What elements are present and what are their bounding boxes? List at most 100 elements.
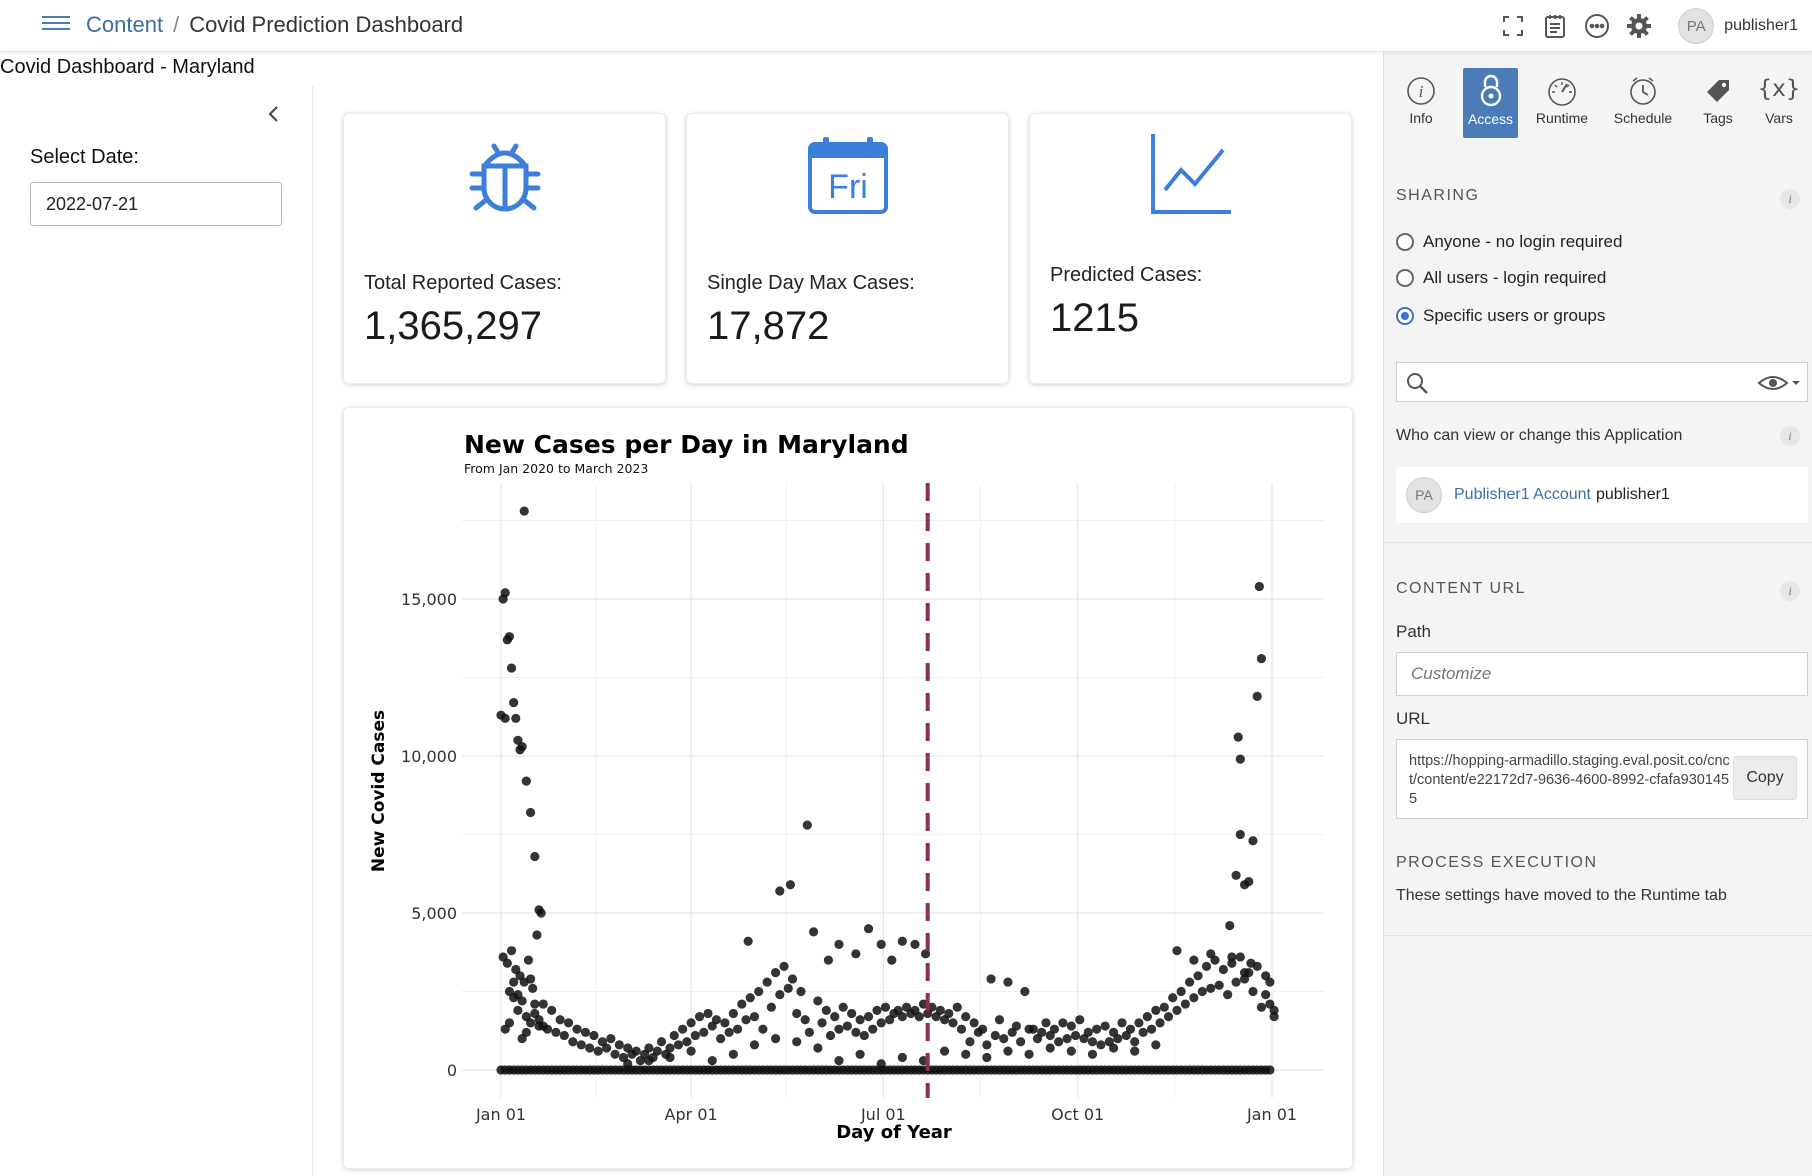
data-point [606,1034,616,1044]
radio-button-selected [1396,307,1414,325]
x-tick-label: Jan 01 [1246,1105,1297,1124]
sharing-option-all-users[interactable]: All users - login required [1396,268,1606,288]
data-point [1117,1018,1127,1028]
tab-vars[interactable]: {x} Vars [1756,68,1802,138]
sharing-heading: SHARING [1396,187,1480,204]
data-point [682,1037,692,1047]
value-box-title: Single Day Max Cases: [707,272,915,294]
chart-title: New Cases per Day in Maryland [464,430,909,459]
data-point [504,632,515,642]
data-point [523,955,534,965]
breadcrumb-current: Covid Prediction Dashboard [189,12,464,37]
fullscreen-icon[interactable] [1498,11,1528,41]
data-point [823,955,834,965]
data-point [1185,977,1195,987]
data-point [1231,977,1241,987]
menu-icon[interactable] [42,16,70,34]
user-search-input[interactable] [1396,362,1808,402]
data-point [1151,1005,1161,1015]
data-point [707,1055,717,1066]
calendar-icon: Fri [807,136,889,221]
who-can-info-icon[interactable]: i [1780,426,1800,446]
tab-access[interactable]: Access [1463,68,1518,138]
data-point [737,999,747,1009]
tab-label: Runtime [1535,110,1589,126]
tab-runtime[interactable]: Runtime [1530,68,1594,138]
data-point [834,1055,844,1066]
data-point [1180,999,1190,1009]
data-point [775,886,785,896]
url-label: URL [1396,709,1431,728]
value-box-title: Predicted Cases: [1050,264,1203,286]
data-point [863,924,874,934]
bug-icon [468,136,542,221]
data-point [1233,732,1243,742]
data-point [1003,977,1013,987]
tab-label: Access [1467,111,1514,127]
data-point [749,1040,760,1050]
data-point [1049,1024,1060,1034]
content-url-info-icon[interactable]: i [1780,581,1800,601]
data-point [502,958,512,968]
data-point [1227,952,1237,962]
data-point [1142,1012,1152,1022]
date-input[interactable] [30,182,282,226]
data-point [1265,977,1275,987]
search-icon [1407,373,1428,394]
data-point [517,741,527,752]
data-point [1066,1021,1076,1031]
tab-schedule[interactable]: Schedule [1608,68,1678,138]
data-point [880,1002,891,1012]
data-point [521,1027,531,1037]
data-point [851,949,861,959]
data-point [1096,1040,1106,1050]
data-point [631,1046,641,1056]
data-point [644,1043,654,1053]
more-options-icon[interactable] [1582,11,1612,41]
notes-icon[interactable] [1540,11,1570,41]
username: publisher1 [1724,17,1798,34]
data-point [1248,836,1258,846]
x-tick-label: Jan 01 [475,1105,526,1124]
view-permission-dropdown-icon[interactable] [1757,371,1801,395]
data-point [513,1005,523,1015]
data-point [766,1002,776,1012]
acl-account-link[interactable]: Publisher1 Account [1454,486,1591,504]
y-tick-label: 10,000 [401,747,457,766]
acl-username: publisher1 [1595,486,1670,503]
collapse-sidebar-chevron-icon[interactable] [262,102,286,126]
data-point [749,1012,760,1022]
data-point [838,1002,848,1012]
data-point [724,1027,734,1037]
copy-url-button[interactable]: Copy [1733,756,1797,800]
data-point [1003,1046,1013,1056]
settings-gear-icon[interactable] [1624,11,1654,41]
data-point [1235,952,1245,962]
data-point [1007,1027,1017,1037]
breadcrumb-content-link[interactable]: Content [86,12,163,37]
user-menu[interactable]: PA publisher1 [1678,8,1798,44]
sharing-option-anyone[interactable]: Anyone - no login required [1396,232,1622,252]
data-point [982,1052,992,1063]
data-point [528,983,538,993]
select-date-label: Select Date: [30,146,139,168]
data-point [948,1018,958,1028]
value-box-title: Total Reported Cases: [364,272,562,294]
data-point [678,1024,688,1034]
data-point [935,1005,945,1015]
data-point [859,1030,869,1041]
data-point [1193,971,1203,981]
data-point [500,713,510,723]
tab-info[interactable]: i Info [1394,68,1448,138]
data-point [716,1034,726,1044]
data-point [783,983,793,993]
content-url-text[interactable]: https://hopping-armadillo.staging.eval.p… [1409,752,1734,809]
process-execution-heading: PROCESS EXECUTION [1396,854,1598,871]
sharing-info-icon[interactable]: i [1780,189,1800,209]
data-point [1246,958,1256,968]
path-input[interactable] [1396,652,1808,696]
data-point [614,1040,624,1050]
data-point [1138,1027,1148,1037]
tab-tags[interactable]: Tags [1696,68,1740,138]
sharing-option-specific[interactable]: Specific users or groups [1396,306,1605,326]
